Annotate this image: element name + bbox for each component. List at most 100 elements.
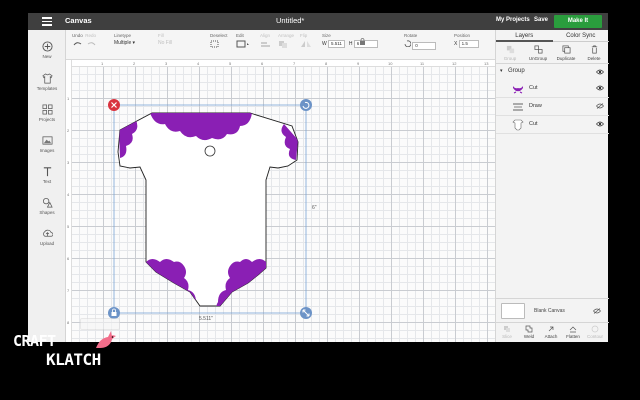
weld-button[interactable]: Weld — [518, 325, 540, 339]
arrange-icon[interactable] — [278, 40, 290, 48]
logo-line-2: KLATCH — [46, 350, 101, 369]
blank-canvas-row[interactable]: Blank Canvas — [496, 298, 609, 322]
flatten-button[interactable]: Flatten — [562, 325, 584, 339]
linetype-label: Linetype — [114, 33, 132, 38]
x-input[interactable]: 1.5 — [458, 40, 479, 48]
linetype-value[interactable]: Multiple — [114, 40, 131, 46]
canvas-artwork — [108, 99, 312, 319]
slice-label: Slice — [502, 334, 512, 339]
weld-icon — [525, 325, 533, 333]
rotate-control: Rotate 0 — [404, 33, 437, 50]
sidebar-item-upload[interactable]: Upload — [28, 228, 66, 246]
height-prefix: H — [348, 41, 353, 47]
duplicate-button[interactable]: Duplicate — [552, 45, 580, 61]
left-sidebar: New Templates Projects Images Text Shape… — [28, 30, 66, 342]
eye-icon[interactable] — [596, 121, 604, 127]
flatten-icon — [569, 326, 577, 333]
align-control[interactable]: Align — [260, 33, 272, 49]
delete-label: Delete — [587, 56, 601, 61]
sidebar-item-label: Images — [39, 148, 55, 153]
rotate-input[interactable]: 0 — [412, 42, 437, 50]
sidebar-item-new[interactable]: New — [28, 41, 66, 59]
eye-off-icon[interactable] — [593, 308, 601, 314]
logo-line-1: CRAFT — [13, 332, 56, 350]
sidebar-item-templates[interactable]: Templates — [28, 73, 66, 91]
sidebar-item-shapes[interactable]: Shapes — [28, 197, 66, 215]
sidebar-item-label: Projects — [38, 117, 56, 122]
grid-icon — [42, 104, 52, 115]
undo-redo-group: Undo Redo — [72, 33, 98, 49]
ungroup-icon — [534, 45, 542, 54]
sidebar-item-label: Upload — [39, 241, 55, 246]
sidebar-item-label: New — [42, 54, 52, 59]
weld-label: Weld — [523, 334, 535, 339]
tab-color-sync[interactable]: Color Sync — [552, 30, 609, 42]
sidebar-item-projects[interactable]: Projects — [28, 104, 66, 122]
neck-hole[interactable] — [204, 145, 216, 157]
resize-handle[interactable] — [300, 307, 312, 319]
shirt-icon — [41, 73, 53, 84]
arrange-control[interactable]: Arrange — [278, 33, 294, 49]
text-icon — [43, 167, 51, 177]
layers-panel: Layers Color Sync Group UnGroup Duplicat… — [495, 30, 609, 342]
save-link[interactable]: Save — [534, 17, 548, 23]
onesie-body[interactable] — [117, 112, 299, 307]
redo-label: Redo — [85, 33, 97, 38]
flip-label: Flip — [300, 33, 308, 38]
layer-name: Cut — [529, 85, 538, 91]
attach-button[interactable]: Attach — [540, 325, 562, 339]
ungroup-button[interactable]: UnGroup — [524, 45, 552, 61]
deselect-icon[interactable] — [210, 40, 220, 48]
sidebar-item-images[interactable]: Images — [28, 135, 66, 153]
arrange-label: Arrange — [278, 33, 295, 38]
position-label: Position — [454, 33, 471, 38]
fill-value[interactable]: No Fill — [158, 40, 172, 46]
zoom-control[interactable] — [80, 318, 120, 330]
flip-icon[interactable] — [300, 40, 312, 48]
chevron-down-icon[interactable]: ▾ — [500, 68, 503, 74]
edit-control[interactable]: Edit — [236, 33, 250, 49]
layer-name: Cut — [529, 121, 538, 127]
sidebar-item-label: Text — [42, 179, 52, 184]
layer-group-row[interactable]: ▾ Group — [496, 66, 609, 78]
deselect-control[interactable]: Deselect — [210, 33, 228, 49]
my-projects-link[interactable]: My Projects — [496, 17, 530, 23]
eye-off-icon[interactable] — [596, 103, 604, 109]
x-prefix: X — [454, 41, 458, 47]
size-control: Size W 5.511 H 6 — [322, 33, 378, 48]
attach-icon — [548, 326, 554, 332]
layer-row[interactable]: Cut — [496, 116, 609, 134]
size-label: Size — [322, 33, 331, 38]
app-frame: Canvas Untitled* My Projects Save Make I… — [0, 0, 640, 400]
contour-button[interactable]: Contour — [584, 325, 606, 339]
tab-layers[interactable]: Layers — [496, 30, 553, 42]
layer-row[interactable]: Cut — [496, 80, 609, 98]
position-control: Position X 1.5 — [454, 33, 479, 48]
craft-klatch-logo: CRAFT KLATCH — [10, 330, 120, 375]
undo-redo-icons[interactable] — [72, 40, 98, 48]
width-input[interactable]: 5.511 — [328, 40, 345, 48]
menu-icon[interactable] — [42, 17, 52, 26]
rotate-handle[interactable] — [300, 99, 312, 111]
fill-control[interactable]: Fill No Fill — [158, 33, 172, 46]
layer-row[interactable]: Draw — [496, 98, 609, 116]
bird-icon — [96, 331, 116, 348]
canvas-color-swatch[interactable] — [501, 303, 525, 319]
group-button[interactable]: Group — [496, 45, 524, 61]
eye-icon[interactable] — [596, 85, 604, 91]
sidebar-item-label: Templates — [36, 86, 58, 91]
make-it-button[interactable]: Make It — [554, 15, 602, 28]
delete-handle[interactable] — [108, 99, 120, 111]
delete-button[interactable]: Delete — [580, 45, 608, 61]
eye-icon[interactable] — [596, 69, 604, 75]
lock-ratio-icon[interactable] — [359, 38, 366, 45]
trash-icon — [591, 45, 597, 54]
duplicate-label: Duplicate — [556, 56, 576, 61]
linetype-control[interactable]: Linetype Multiple ▾ — [114, 33, 135, 46]
sidebar-item-text[interactable]: Text — [28, 166, 66, 184]
slice-button[interactable]: Slice — [496, 325, 518, 339]
edit-icon[interactable] — [236, 40, 250, 48]
align-icon[interactable] — [260, 40, 272, 48]
flip-control[interactable]: Flip — [300, 33, 312, 49]
app-title: Canvas — [65, 16, 92, 25]
